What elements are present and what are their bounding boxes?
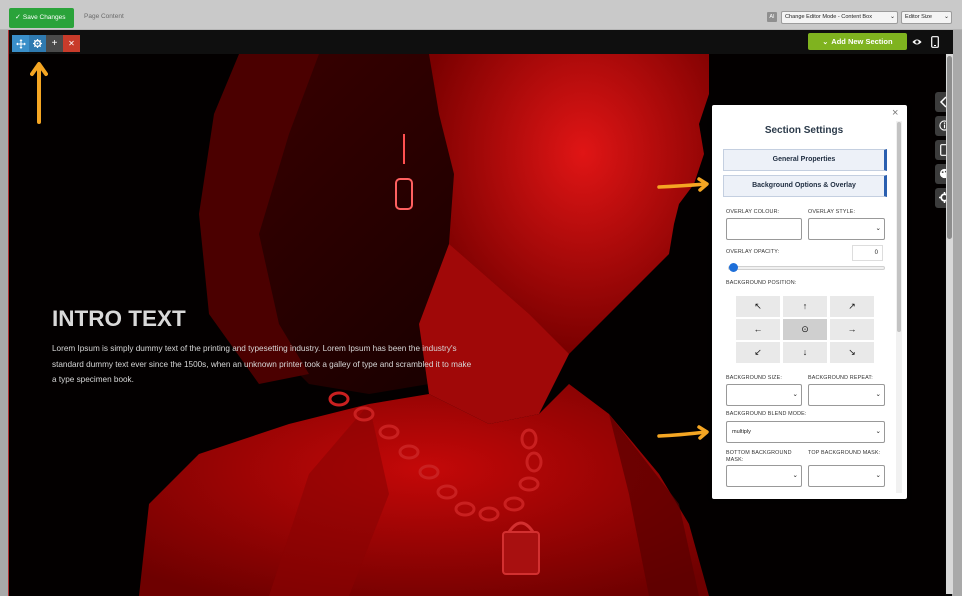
background-size-select[interactable]: ⌄ <box>726 384 802 406</box>
section-settings-panel: × Section Settings General Properties Ba… <box>712 105 907 499</box>
gear-icon[interactable] <box>29 35 46 52</box>
overlay-colour-input[interactable] <box>726 218 802 240</box>
arrow-right-icon[interactable]: → <box>830 319 874 340</box>
chevron-down-icon: ⌄ <box>822 39 829 46</box>
blend-mode-label: BACKGROUND BLEND MODE: <box>726 411 807 417</box>
chevron-down-icon: ⌄ <box>875 225 881 232</box>
overlay-colour-label: OVERLAY COLOUR: <box>726 209 780 215</box>
panel-title: Section Settings <box>764 125 844 136</box>
editor-page: ✓ Save Changes Page Content AI Change Edi… <box>0 0 962 596</box>
chevron-down-icon: ⌄ <box>875 428 881 435</box>
top-mask-select[interactable]: ⌄ <box>808 465 885 487</box>
overlay-style-label: OVERLAY STYLE: <box>808 209 856 215</box>
chevron-down-icon: ⌄ <box>792 472 798 479</box>
blend-mode-value: multiply <box>732 429 751 435</box>
add-new-section-label: Add New Section <box>831 37 893 46</box>
page-content-label: Page Content <box>84 13 124 20</box>
check-icon: ✓ <box>15 14 21 21</box>
top-mask-label: TOP BACKGROUND MASK: <box>808 450 881 456</box>
editor-mode-value: Change Editor Mode - Content Box <box>785 14 873 20</box>
save-changes-label: Save Changes <box>22 14 66 21</box>
background-repeat-label: BACKGROUND REPEAT: <box>808 375 873 381</box>
arrow-up-right-icon[interactable]: ↗ <box>830 296 874 317</box>
arrow-down-left-icon[interactable]: ↙ <box>736 342 780 363</box>
editor-mode-select[interactable]: Change Editor Mode - Content Box ⌄ <box>781 11 898 24</box>
annotation-arrow-right-icon <box>657 425 709 440</box>
blend-mode-select[interactable]: multiply ⌄ <box>726 421 885 443</box>
chevron-down-icon: ⌄ <box>792 391 798 398</box>
arrow-down-icon[interactable]: ↓ <box>783 342 827 363</box>
add-new-section-button[interactable]: ⌄ Add New Section <box>808 33 907 50</box>
arrow-up-left-icon[interactable]: ↖ <box>736 296 780 317</box>
overlay-style-select[interactable]: ⌄ <box>808 218 885 240</box>
annotation-arrow-up-icon <box>30 62 48 124</box>
general-properties-accordion[interactable]: General Properties <box>723 149 887 171</box>
section-toolbar: + ✕ ⌄ Add New Section <box>9 30 953 54</box>
save-changes-button[interactable]: ✓ Save Changes <box>9 8 74 28</box>
annotation-arrow-right-icon <box>657 177 709 192</box>
background-repeat-select[interactable]: ⌄ <box>808 384 885 406</box>
editor-size-select[interactable]: Editor Size ⌄ <box>901 11 952 24</box>
background-options-accordion[interactable]: Background Options & Overlay <box>723 175 887 197</box>
overlay-opacity-slider[interactable] <box>728 266 885 270</box>
page-scrollbar-thumb[interactable] <box>947 56 952 239</box>
plus-icon[interactable]: + <box>46 35 63 52</box>
overlay-opacity-label: OVERLAY OPACITY: <box>726 249 780 255</box>
overlay-opacity-input[interactable]: 0 <box>852 245 883 261</box>
chevron-down-icon: ⌄ <box>875 472 881 479</box>
close-icon[interactable]: × <box>892 107 898 119</box>
panel-scrollbar-thumb[interactable] <box>897 122 901 332</box>
background-size-label: BACKGROUND SIZE: <box>726 375 783 381</box>
chevron-down-icon: ⌄ <box>875 391 881 398</box>
background-position-grid: ↖ ↑ ↗ ← ⊙ → ↙ ↓ ↘ <box>736 296 874 363</box>
bottom-mask-select[interactable]: ⌄ <box>726 465 802 487</box>
bottom-mask-label: BOTTOM BACKGROUND MASK: <box>726 450 792 463</box>
mobile-icon[interactable] <box>931 36 939 48</box>
move-icon[interactable] <box>12 35 29 52</box>
intro-body-text: Lorem Ipsum is simply dummy text of the … <box>52 344 472 385</box>
chevron-down-icon: ⌄ <box>889 14 895 20</box>
chevron-down-icon: ⌄ <box>943 14 949 20</box>
top-bar: ✓ Save Changes Page Content AI Change Edi… <box>0 0 962 30</box>
center-target-icon[interactable]: ⊙ <box>783 319 827 340</box>
close-icon[interactable]: ✕ <box>63 35 80 52</box>
arrow-left-icon[interactable]: ← <box>736 319 780 340</box>
arrow-down-right-icon[interactable]: ↘ <box>830 342 874 363</box>
ai-button[interactable]: AI <box>767 12 777 22</box>
eye-icon[interactable] <box>912 37 922 47</box>
arrow-up-icon[interactable]: ↑ <box>783 296 827 317</box>
background-position-label: BACKGROUND POSITION: <box>726 280 797 286</box>
editor-size-value: Editor Size <box>905 14 933 20</box>
overlay-opacity-slider-handle[interactable] <box>729 263 738 272</box>
intro-title: INTRO TEXT <box>52 306 186 331</box>
